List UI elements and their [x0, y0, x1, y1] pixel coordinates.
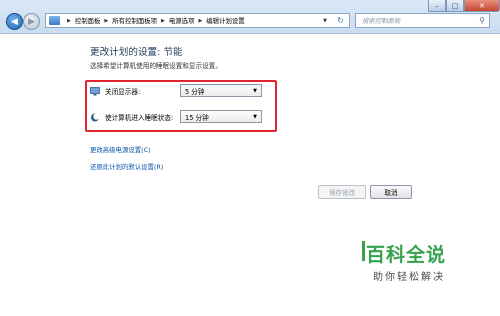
monitor-icon — [90, 86, 100, 95]
refresh-icon[interactable]: ↻ — [337, 16, 344, 25]
breadcrumb-edit-plan[interactable]: 编辑计划设置 — [206, 16, 244, 25]
page-title: 更改计划的设置: 节能 — [90, 47, 183, 58]
display-off-value: 5 分钟 — [185, 87, 205, 96]
cancel-button[interactable]: 取消 — [370, 185, 412, 199]
display-off-label: 关闭显示器: — [105, 88, 141, 96]
chevron-right-icon: ▶ — [104, 17, 109, 24]
breadcrumb-all-items[interactable]: 所有控制面板项 — [112, 16, 157, 25]
close-button[interactable]: ✕ — [464, 0, 500, 12]
restore-defaults-link[interactable]: 还原此计划的默认设置(R) — [90, 162, 163, 171]
advanced-settings-link[interactable]: 更改高级电源设置(C) — [90, 145, 151, 154]
search-icon[interactable]: ⚲ — [479, 16, 485, 25]
page-description: 选择希望计算机使用的睡眠设置和显示设置。 — [90, 62, 222, 70]
search-input[interactable]: 搜索控制面板 — [362, 16, 400, 25]
search-box[interactable]: 搜索控制面板 ⚲ — [355, 13, 490, 28]
minimize-button[interactable]: – — [428, 0, 446, 12]
forward-button[interactable]: ▶ — [23, 13, 40, 30]
sleep-label: 使计算机进入睡眠状态: — [105, 114, 174, 122]
watermark-bar — [362, 241, 365, 261]
sleep-value: 15 分钟 — [185, 113, 209, 122]
back-arrow-icon: ◀ — [11, 16, 18, 27]
chevron-right-icon: ▶ — [67, 17, 71, 24]
maximize-button[interactable]: □ — [446, 0, 464, 12]
chevron-down-icon: ▼ — [253, 88, 257, 94]
window-controls: – □ ✕ — [428, 0, 500, 12]
address-bar[interactable]: ▶ 控制面板 ▶ 所有控制面板项 ▶ 电源选项 ▶ 编辑计划设置 ▼ ↻ — [45, 13, 350, 28]
chevron-right-icon: ▶ — [198, 17, 203, 24]
chevron-down-icon: ▼ — [253, 114, 257, 120]
breadcrumb-power-options[interactable]: 电源选项 — [169, 16, 195, 25]
address-dropdown-icon[interactable]: ▼ — [323, 18, 327, 24]
display-off-row: 关闭显示器: — [90, 86, 181, 96]
sleep-row: 使计算机进入睡眠状态: — [90, 112, 181, 122]
chevron-right-icon: ▶ — [161, 17, 165, 24]
watermark-subtitle: 助你轻松解决 — [373, 272, 445, 283]
sleep-select[interactable]: 15 分钟 ▼ — [180, 110, 262, 123]
moon-icon — [91, 112, 100, 121]
save-button[interactable]: 保存修改 — [318, 185, 366, 199]
breadcrumb-control-panel[interactable]: 控制面板 — [75, 16, 101, 25]
display-off-select[interactable]: 5 分钟 ▼ — [180, 84, 262, 97]
title-bar: – □ ✕ ◀ ▶ ▶ 控制面板 ▶ 所有控制面板项 ▶ 电源选项 ▶ 编辑计划… — [0, 0, 500, 33]
breadcrumb: ▶ 控制面板 ▶ 所有控制面板项 ▶ 电源选项 ▶ 编辑计划设置 — [63, 16, 245, 25]
control-panel-icon — [49, 16, 60, 25]
forward-arrow-icon: ▶ — [28, 16, 35, 27]
watermark-title: 百科全说 — [366, 244, 447, 266]
back-button[interactable]: ◀ — [6, 13, 23, 30]
